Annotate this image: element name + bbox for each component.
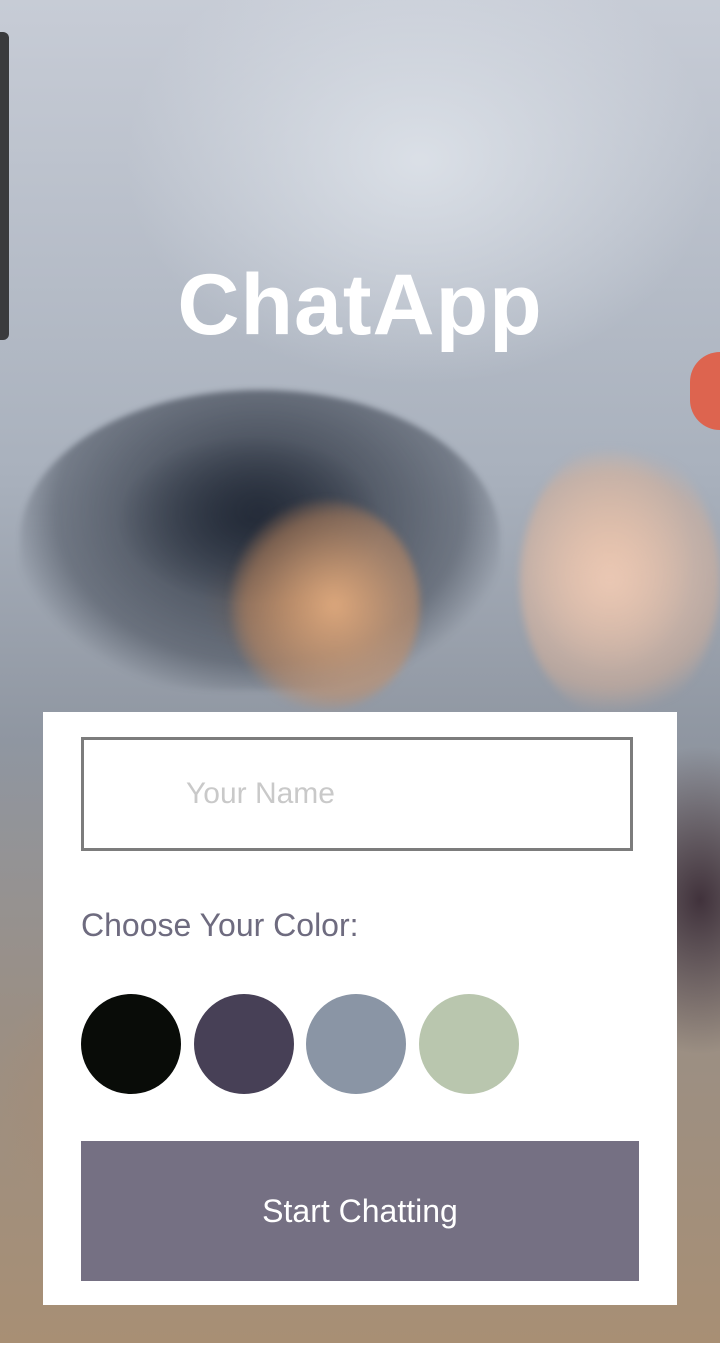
- app-title: ChatApp: [177, 257, 543, 353]
- bottom-divider: [0, 1343, 720, 1347]
- background-face-left: [230, 500, 420, 710]
- name-input[interactable]: [81, 737, 633, 851]
- choose-color-label: Choose Your Color:: [81, 907, 359, 943]
- color-swatch-black[interactable]: [81, 994, 181, 1094]
- color-swatch-sage-green[interactable]: [419, 994, 519, 1094]
- color-swatch-gray-blue[interactable]: [306, 994, 406, 1094]
- start-chatting-button[interactable]: Start Chatting: [81, 1141, 639, 1281]
- color-swatch-dark-purple[interactable]: [194, 994, 294, 1094]
- start-form-card: Choose Your Color: Start Chatting: [43, 712, 677, 1305]
- background-face-right: [520, 440, 720, 720]
